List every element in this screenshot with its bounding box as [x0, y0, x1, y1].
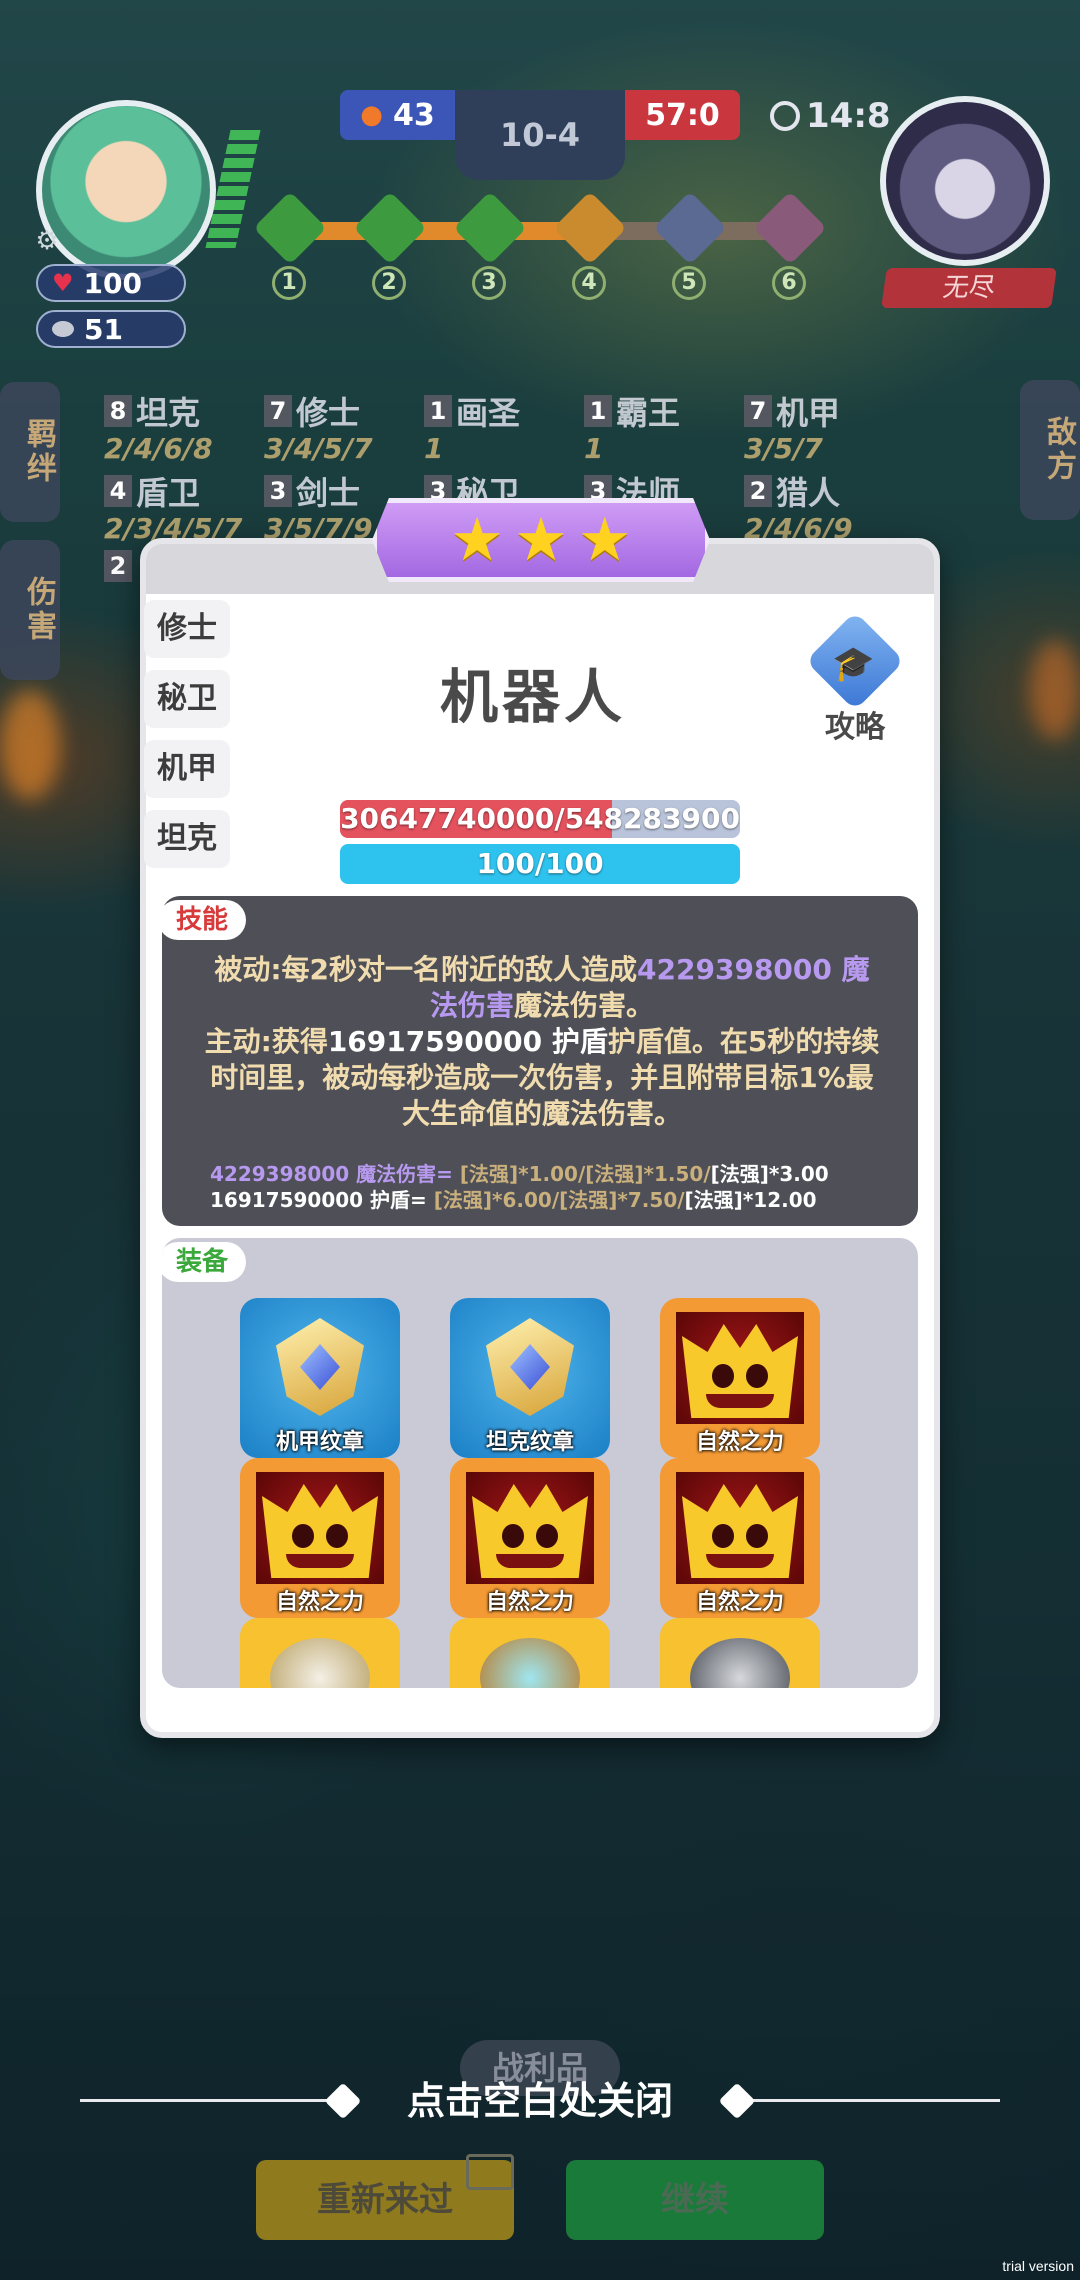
equipment-item[interactable] [450, 1618, 610, 1688]
hp-text: 30647740000/548283900 [340, 802, 740, 835]
heart-icon: ♥ [52, 269, 74, 297]
score-left-value: 43 [392, 97, 435, 133]
trait-entry: 7 机甲 3/5/7 [744, 394, 841, 465]
skill-formula-damage: 4229398000 魔法伤害= [法强]*1.00/[法强]*1.50/[法强… [210, 1162, 829, 1186]
equipment-item[interactable] [660, 1618, 820, 1688]
trait-entry: 7 修士 3/4/5/7 [264, 394, 373, 465]
stage-number: 5 [672, 266, 706, 300]
equipment-panel: 装备 机甲纹章 坦克纹章 自然之力 自然之力 自然之力 自然之力 [162, 1238, 918, 1688]
unit-trait-tab[interactable]: 秘卫 [144, 670, 230, 728]
fire-effect-left [0, 690, 60, 800]
emblem-icon [276, 1318, 364, 1416]
close-hint[interactable]: 点击空白处关闭 [0, 2070, 1080, 2125]
guide-button[interactable]: 🎓 攻略 [800, 611, 910, 746]
star-rating-banner: ★ ★ ★ [372, 498, 710, 582]
timer-value: 14:8 [806, 96, 891, 136]
equipment-tag: 装备 [162, 1242, 247, 1282]
trait-entry: 8 坦克 2/4/6/8 [104, 394, 213, 465]
equipment-item[interactable]: 自然之力 [240, 1458, 400, 1618]
boss-label: 无尽 [881, 268, 1057, 308]
equipment-item[interactable]: 自然之力 [660, 1298, 820, 1458]
drop-icon: ● [360, 100, 383, 130]
player-hp-pill: ♥ 100 [36, 264, 186, 302]
player-coins-pill: 51 [36, 310, 186, 348]
trait-entry: 1 画圣 1 [424, 394, 521, 465]
emblem-icon [486, 1318, 574, 1416]
coin-icon [52, 321, 74, 337]
unit-name: 机器人 [440, 663, 627, 731]
gear-icon[interactable]: ⚙ [32, 226, 62, 256]
boss-avatar [880, 96, 1050, 266]
unit-trait-tab[interactable]: 修士 [144, 600, 230, 658]
tab-bonds[interactable]: 羁绊 [0, 382, 60, 522]
player-avatar[interactable] [36, 100, 216, 280]
star-icon: ★ [450, 505, 505, 575]
mana-text: 100/100 [476, 847, 604, 880]
skill-formula-shield: 16917590000 护盾= [法强]*6.00/[法强]*7.50/[法强]… [210, 1188, 817, 1212]
equipment-item[interactable]: 坦克纹章 [450, 1298, 610, 1458]
skill-panel: 技能 被动:每2秒对一名附近的敌人造成4229398000 魔法伤害魔法伤害。 … [158, 896, 918, 1226]
star-icon: ★ [514, 505, 568, 575]
equipment-item[interactable]: 自然之力 [660, 1458, 820, 1618]
player-hp-value: 100 [83, 266, 142, 300]
mana-bar: 100/100 [340, 844, 740, 884]
continue-button[interactable]: 继续 [566, 2160, 824, 2240]
unit-trait-tab[interactable]: 坦克 [144, 810, 230, 868]
horned-helmet-icon [270, 1638, 370, 1688]
hp-bar: 30647740000/548283900 [340, 800, 740, 838]
video-ad-icon [466, 2154, 514, 2190]
unit-trait-tab[interactable]: 机甲 [144, 740, 230, 798]
clock-icon [770, 101, 800, 131]
trait-entry: 3 剑士 3/5/7/9 [264, 474, 373, 545]
tab-enemy[interactable]: 敌方 [1020, 380, 1080, 520]
score-left: ● 43 [340, 90, 455, 140]
trait-entry: 2 猎人 2/4/6/9 [744, 474, 853, 545]
score-right: 57:0 [625, 90, 740, 140]
fire-effect-right [1030, 640, 1080, 740]
round-indicator: 10-4 [455, 90, 625, 180]
trait-entry: 4 盾卫 2/3/4/5/7 [104, 474, 243, 545]
stage-number: 6 [772, 266, 806, 300]
stage-number: 4 [572, 266, 606, 300]
steel-helmet-icon [690, 1638, 790, 1688]
round-timer: 14:8 [770, 96, 891, 136]
equipment-item[interactable]: 自然之力 [450, 1458, 610, 1618]
stage-number: 2 [372, 266, 406, 300]
star-icon: ★ [577, 505, 632, 575]
player-coins-value: 51 [84, 312, 123, 346]
equipment-item[interactable] [240, 1618, 400, 1688]
guide-label: 攻略 [825, 710, 885, 745]
tab-damage[interactable]: 伤害 [0, 540, 60, 680]
stage-number: 1 [272, 266, 306, 300]
skill-description: 被动:每2秒对一名附近的敌人造成4229398000 魔法伤害魔法伤害。 主动:… [204, 953, 880, 1130]
trait-entry: 2 [104, 550, 136, 582]
crystal-crown-icon [480, 1638, 580, 1688]
trait-entry: 1 霸王 1 [584, 394, 681, 465]
skill-tag: 技能 [158, 900, 247, 940]
equipment-item[interactable]: 机甲纹章 [240, 1298, 400, 1458]
stage-number: 3 [472, 266, 506, 300]
watermark: trial version [1002, 2258, 1074, 2274]
